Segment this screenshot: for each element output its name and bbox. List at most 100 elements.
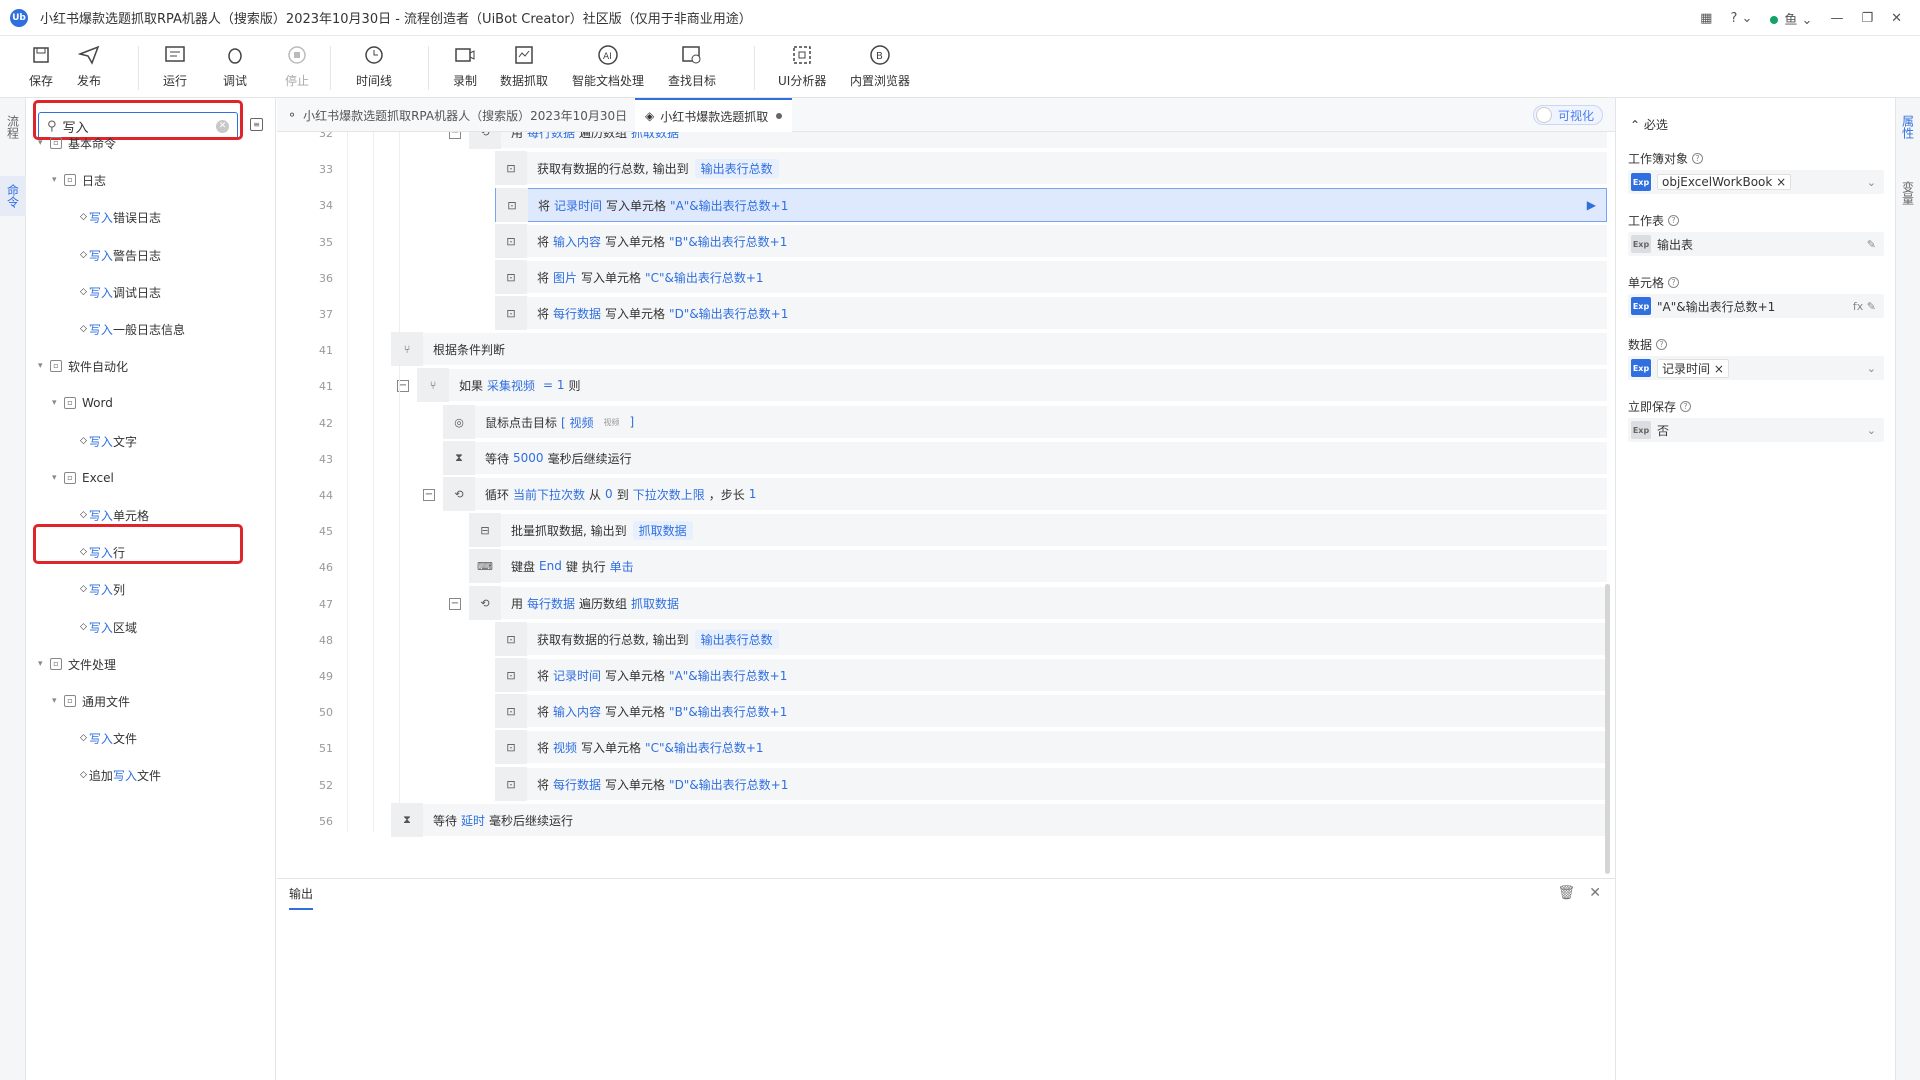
- find-target-button[interactable]: 查找目标: [668, 42, 716, 94]
- save-now-select[interactable]: Exp 否 ⌄: [1628, 418, 1884, 442]
- tree-excel[interactable]: ▾ ▫ Excel: [52, 467, 114, 489]
- minimize-button[interactable]: —: [1830, 11, 1843, 26]
- tab-main-flow[interactable]: ⚬ 小红书爆款选题抓取RPA机器人（搜索版）2023年10月30日: [277, 98, 637, 132]
- command-item[interactable]: ◇ 写入 一般日志信息: [80, 318, 185, 340]
- command-item[interactable]: ◇ 写入 警告日志: [80, 244, 161, 266]
- command-item[interactable]: ◇ 写入 单元格: [80, 504, 149, 526]
- command-item[interactable]: ◇ 写入 调试日志: [80, 281, 161, 303]
- ui-analyzer-button[interactable]: UI分析器: [778, 42, 826, 94]
- editor-scrollbar[interactable]: [1605, 584, 1610, 874]
- fx-edit-icon[interactable]: fx ✎: [1853, 300, 1876, 313]
- flow-command-row[interactable]: ⊡ 将 输入内容 写入单元格 "B"&输出表行总数+1: [495, 694, 1607, 729]
- command-item[interactable]: ◇ 写入 文字: [80, 430, 137, 452]
- publish-button[interactable]: 发布: [76, 42, 102, 94]
- stop-button[interactable]: 停止: [284, 42, 310, 94]
- command-item[interactable]: ◇ 追加 写入 文件: [80, 764, 161, 786]
- help-icon[interactable]: ?: [1656, 339, 1668, 350]
- flow-command-row[interactable]: ⟲ 循环 当前下拉次数 从 0 到 下拉次数上限 ，步长 1: [443, 477, 1607, 512]
- exp-icon[interactable]: Exp: [1631, 359, 1651, 377]
- tree-software-automation[interactable]: ▾ ▫ 软件自动化: [38, 355, 128, 377]
- debug-button[interactable]: 调试: [222, 42, 248, 94]
- apps-grid-icon[interactable]: ▦: [1700, 11, 1712, 26]
- chevron-down-icon[interactable]: ▾: [52, 696, 64, 706]
- flow-command-row[interactable]: ⧗ 等待 5000 毫秒后继续运行: [443, 441, 1607, 476]
- restore-button[interactable]: ❐: [1861, 11, 1873, 26]
- exp-icon[interactable]: Exp: [1631, 235, 1651, 253]
- flow-command-row[interactable]: ⧗ 等待 延时 毫秒后继续运行: [391, 803, 1607, 838]
- visual-toggle[interactable]: 可视化: [1533, 105, 1603, 125]
- tab-variables[interactable]: 变量: [1896, 178, 1920, 208]
- trash-icon[interactable]: 🗑: [1557, 885, 1575, 901]
- flow-command-row[interactable]: ⊡ 获取有数据的行总数, 输出到 输出表行总数: [495, 151, 1607, 186]
- smart-doc-button[interactable]: AI 智能文档处理: [572, 42, 644, 94]
- chevron-down-icon[interactable]: ▾: [38, 361, 50, 371]
- exp-icon[interactable]: Exp: [1631, 173, 1651, 191]
- command-item[interactable]: ◇ 写入 区域: [80, 616, 137, 638]
- flow-command-row[interactable]: ⟲ 用 每行数据 遍历数组 抓取数据: [469, 586, 1607, 621]
- save-button[interactable]: 保存: [28, 42, 54, 94]
- flow-command-row[interactable]: ⊡ 将 每行数据 写入单元格 "D"&输出表行总数+1: [495, 767, 1607, 802]
- workbook-field[interactable]: Exp objExcelWorkBook × ⌄: [1628, 170, 1884, 194]
- tree-general-file[interactable]: ▾ ▫ 通用文件: [52, 690, 130, 712]
- flow-command-row[interactable]: ⟲ 用 每行数据 遍历数组 抓取数据: [469, 132, 1607, 150]
- chevron-down-icon[interactable]: ▾: [38, 659, 50, 669]
- tab-scrape-block[interactable]: ◈ 小红书爆款选题抓取: [635, 98, 793, 132]
- flow-command-row[interactable]: ⊡ 将 输入内容 写入单元格 "B"&输出表行总数+1: [495, 224, 1607, 259]
- close-window-button[interactable]: ✕: [1891, 11, 1902, 26]
- tab-command[interactable]: 命令: [0, 176, 26, 216]
- help-icon[interactable]: ?: [1680, 401, 1692, 412]
- help-icon[interactable]: ?: [1668, 215, 1680, 226]
- help-icon[interactable]: ? ⌄: [1730, 11, 1752, 26]
- flow-command-row[interactable]: ⊡ 获取有数据的行总数, 输出到 输出表行总数: [495, 622, 1607, 657]
- exp-icon[interactable]: Exp: [1631, 421, 1651, 439]
- tree-basic-commands[interactable]: ▾ ▫ 基本命令: [38, 132, 116, 154]
- command-icon: ◇: [80, 212, 87, 222]
- tab-flow[interactable]: 流程: [0, 112, 26, 142]
- tree-file-processing[interactable]: ▾ ▫ 文件处理: [38, 653, 116, 675]
- tree-word[interactable]: ▾ ▫ Word: [52, 392, 113, 414]
- chevron-down-icon[interactable]: ▾: [52, 398, 64, 408]
- edit-icon[interactable]: ✎: [1867, 238, 1876, 251]
- command-item[interactable]: ◇ 写入列: [80, 578, 125, 600]
- chevron-down-icon[interactable]: ⌄: [1867, 424, 1876, 437]
- flow-command-row[interactable]: ⊡ 将 每行数据 写入单元格 "D"&输出表行总数+1: [495, 296, 1607, 331]
- collapse-toggle-icon[interactable]: −: [423, 489, 435, 501]
- tab-properties[interactable]: 属性: [1896, 112, 1920, 142]
- chevron-down-icon[interactable]: ⌄: [1867, 362, 1876, 375]
- exp-icon[interactable]: Exp: [1631, 297, 1651, 315]
- data-scrape-button[interactable]: 数据抓取: [500, 42, 548, 94]
- line-number: 37: [319, 308, 333, 321]
- flow-command-row[interactable]: ◎ 鼠标点击目标 [ 视频 视频]: [443, 405, 1607, 440]
- filter-icon[interactable]: ≡: [250, 118, 263, 131]
- flow-command-row[interactable]: ⊡ 将 记录时间 写入单元格 "A"&输出表行总数+1: [495, 658, 1607, 693]
- flow-command-row[interactable]: ⊟ 批量抓取数据, 输出到 抓取数据: [469, 513, 1607, 548]
- chevron-down-icon[interactable]: ⌄: [1867, 176, 1876, 189]
- flow-command-row[interactable]: ⊡ 将 视频 写入单元格 "C"&输出表行总数+1: [495, 730, 1607, 765]
- user-menu[interactable]: 鱼 ⌄: [1770, 9, 1812, 28]
- flow-command-row[interactable]: ⑂ 根据条件判断: [391, 332, 1607, 367]
- command-item[interactable]: ◇ 写入 错误日志: [80, 206, 161, 228]
- flow-command-row[interactable]: ⑂ 如果 采集视频 = 1 则: [417, 368, 1607, 403]
- sheet-field[interactable]: Exp 输出表 ✎: [1628, 232, 1884, 256]
- chevron-down-icon[interactable]: ▾: [52, 175, 64, 185]
- builtin-browser-button[interactable]: B 内置浏览器: [850, 42, 910, 94]
- record-button[interactable]: 录制: [452, 42, 478, 94]
- run-button[interactable]: 运行: [162, 42, 188, 94]
- chevron-down-icon[interactable]: ▾: [52, 473, 64, 483]
- tree-log[interactable]: ▾ ▫ 日志: [52, 169, 106, 191]
- collapse-toggle-icon[interactable]: −: [449, 132, 461, 139]
- collapse-toggle-icon[interactable]: −: [449, 598, 461, 610]
- cell-field[interactable]: Exp "A"&输出表行总数+1 fx ✎: [1628, 294, 1884, 318]
- section-required[interactable]: ⌃ 必选: [1630, 116, 1668, 133]
- command-item[interactable]: ◇ 写入 文件: [80, 727, 137, 749]
- data-field[interactable]: Exp 记录时间 × ⌄: [1628, 356, 1884, 380]
- flow-command-row[interactable]: ⊡ 将 记录时间 写入单元格 "A"&输出表行总数+1 ▶: [495, 188, 1607, 222]
- help-icon[interactable]: ?: [1668, 277, 1680, 288]
- flow-command-row[interactable]: ⊡ 将 图片 写入单元格 "C"&输出表行总数+1: [495, 260, 1607, 295]
- chevron-down-icon[interactable]: ▾: [38, 138, 50, 148]
- close-output-icon[interactable]: ✕: [1589, 885, 1601, 901]
- run-line-icon[interactable]: ▶: [1587, 198, 1596, 212]
- flow-command-row[interactable]: ⌨ 键盘 End 键 执行 单击: [469, 549, 1607, 584]
- help-icon[interactable]: ?: [1692, 153, 1704, 164]
- timeline-button[interactable]: 时间线: [356, 42, 392, 94]
